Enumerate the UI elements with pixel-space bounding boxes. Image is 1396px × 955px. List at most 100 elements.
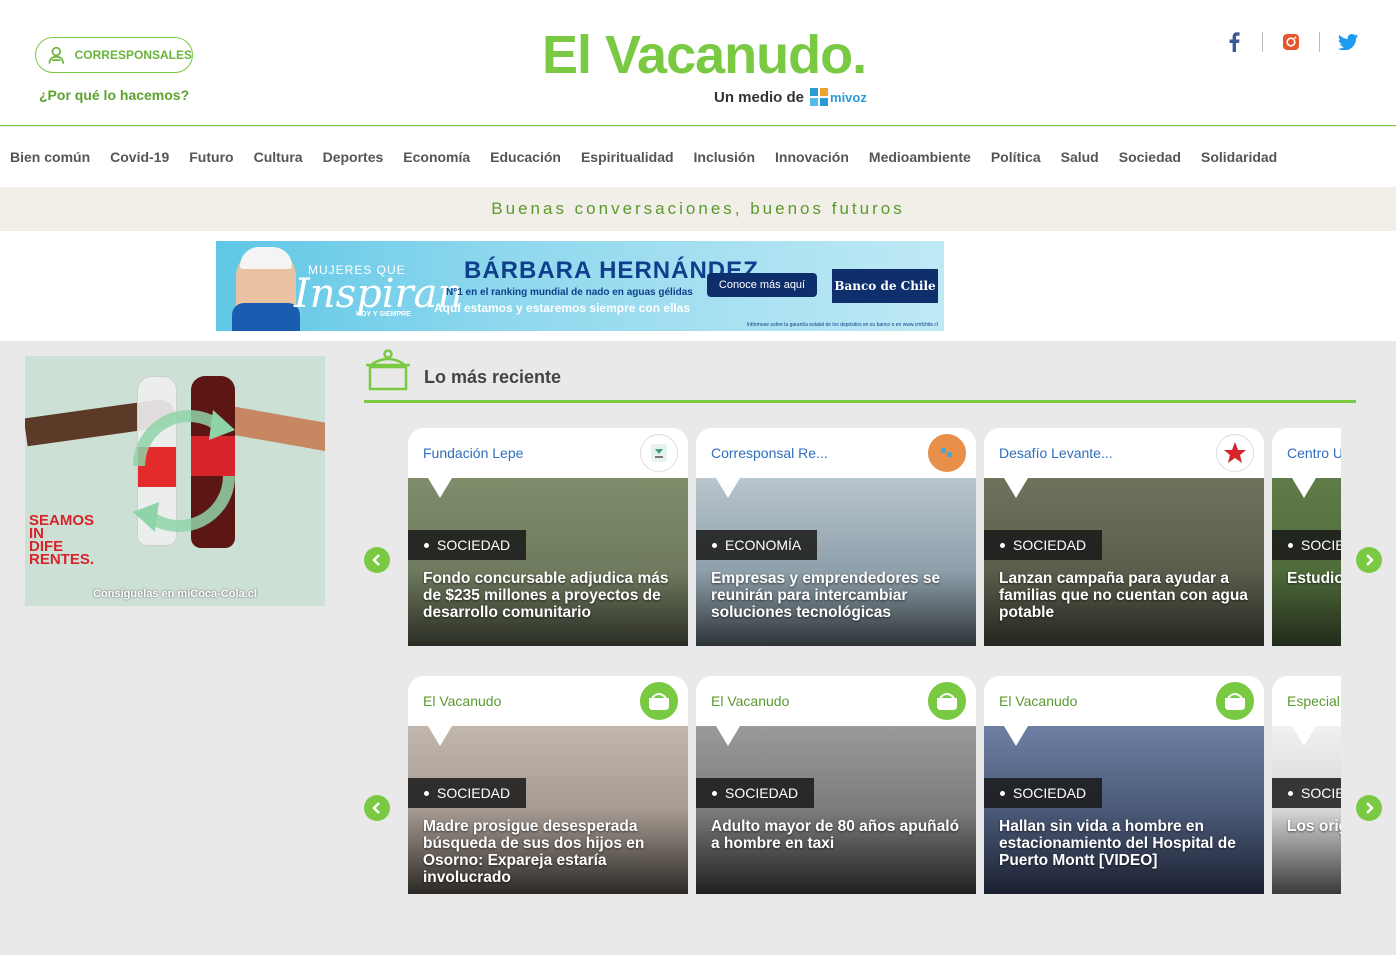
swim-cap-shape	[240, 247, 292, 269]
category-nav: Bien común Covid-19 Futuro Cultura Depor…	[0, 127, 1396, 187]
source-logo-icon	[1216, 434, 1254, 472]
card-source[interactable]: El Vacanudo	[423, 693, 501, 709]
banner-rank: N°1 en el ranking mundial de nado en agu…	[446, 287, 693, 298]
banner-ad[interactable]: MUJERES QUE Inspiran HOY Y SIEMPRE BÁRBA…	[216, 241, 944, 331]
news-card[interactable]: Especial SOCIE Los orig	[1272, 676, 1341, 894]
news-card[interactable]: El Vacanudo SOCIEDAD Adulto mayor de 80 …	[696, 676, 976, 894]
next-arrow-row2[interactable]	[1356, 795, 1382, 821]
nav-item-solidaridad[interactable]: Solidaridad	[1201, 149, 1277, 165]
card-source[interactable]: El Vacanudo	[711, 693, 789, 709]
category-badge[interactable]: SOCIEDAD	[408, 530, 527, 560]
section-divider	[364, 400, 1356, 403]
card-source[interactable]: Desafío Levante...	[999, 445, 1113, 461]
mivoz-logo[interactable]: mivoz	[810, 88, 867, 106]
vacanudo-pot-icon	[928, 682, 966, 720]
category-badge[interactable]: SOCIE	[1272, 530, 1341, 560]
chevron-right-icon	[1366, 802, 1374, 814]
prev-arrow-row1[interactable]	[364, 547, 390, 573]
nav-item-espiritualidad[interactable]: Espiritualidad	[581, 149, 674, 165]
prev-arrow-row2[interactable]	[364, 795, 390, 821]
nav-item-inclusion[interactable]: Inclusión	[694, 149, 755, 165]
instagram-icon[interactable]	[1281, 30, 1301, 54]
news-card[interactable]: El Vacanudo SOCIEDAD Madre prosigue dese…	[408, 676, 688, 894]
logo-subtitle: Un medio de mivoz	[714, 88, 867, 106]
card-notch	[1292, 478, 1316, 498]
nav-item-politica[interactable]: Política	[991, 149, 1041, 165]
corresponsales-button[interactable]: CORRESPONSALES	[35, 37, 193, 73]
social-divider	[1319, 32, 1320, 52]
card-headline[interactable]: Madre prosigue desesperada búsqueda de s…	[423, 818, 673, 886]
nav-item-medioambiente[interactable]: Medioambiente	[869, 149, 971, 165]
nav-item-covid-19[interactable]: Covid-19	[110, 149, 169, 165]
section-title: Lo más reciente	[424, 367, 562, 387]
corresponsales-label: CORRESPONSALES	[74, 48, 192, 62]
card-notch	[716, 726, 740, 746]
why-link[interactable]: ¿Por qué lo hacemos?	[39, 87, 189, 103]
category-badge[interactable]: SOCIEDAD	[984, 530, 1103, 560]
section-header: Lo más reciente	[364, 348, 561, 392]
card-notch	[1292, 726, 1316, 746]
chevron-left-icon	[372, 554, 380, 566]
nav-item-cultura[interactable]: Cultura	[254, 149, 303, 165]
nav-item-salud[interactable]: Salud	[1061, 149, 1099, 165]
news-card[interactable]: Fundación Lepe SOCIEDAD Fondo concursabl…	[408, 428, 688, 646]
news-card[interactable]: Desafío Levante... SOCIEDAD Lanzan campa…	[984, 428, 1264, 646]
news-row-2: El Vacanudo SOCIEDAD Madre prosigue dese…	[408, 676, 1341, 896]
nav-item-educacion[interactable]: Educación	[490, 149, 561, 165]
banner-hoy: HOY Y SIEMPRE	[356, 311, 411, 318]
nav-item-deportes[interactable]: Deportes	[323, 149, 384, 165]
next-arrow-row1[interactable]	[1356, 547, 1382, 573]
card-source[interactable]: Especial	[1287, 693, 1340, 709]
chevron-left-icon	[372, 802, 380, 814]
card-notch	[1004, 478, 1028, 498]
category-badge[interactable]: SOCIEDAD	[984, 778, 1103, 808]
card-image	[1272, 726, 1341, 894]
banner-disclaimer: Infórmese sobre la garantía estatal de l…	[746, 322, 938, 328]
pot-icon	[366, 349, 410, 391]
card-notch	[1004, 726, 1028, 746]
card-headline[interactable]: Empresas y emprendedores se reunirán par…	[711, 570, 961, 621]
side-ad[interactable]: SEAMOS IN DIFE RENTES. Consíguelas en mi…	[25, 356, 325, 606]
nav-item-sociedad[interactable]: Sociedad	[1119, 149, 1181, 165]
banner-cta-button[interactable]: Conoce más aquí	[707, 273, 817, 297]
social-links	[1224, 30, 1358, 54]
swimsuit-shape	[232, 303, 300, 331]
card-source[interactable]: Centro U	[1287, 445, 1341, 461]
news-card[interactable]: Centro U SOCIE Estudio la prote	[1272, 428, 1341, 646]
card-notch	[716, 478, 740, 498]
twitter-icon[interactable]	[1338, 30, 1358, 54]
card-headline[interactable]: Adulto mayor de 80 años apuñaló a hombre…	[711, 818, 961, 852]
site-logo[interactable]: El Vacanudo.	[542, 28, 867, 82]
social-divider	[1262, 32, 1263, 52]
category-badge[interactable]: SOCIE	[1272, 778, 1341, 808]
category-badge[interactable]: ECONOMÍA	[696, 530, 818, 560]
nav-item-economia[interactable]: Economía	[403, 149, 470, 165]
card-headline[interactable]: Estudio la prote	[1287, 570, 1341, 587]
card-image	[1272, 478, 1341, 646]
nav-item-futuro[interactable]: Futuro	[189, 149, 233, 165]
card-headline[interactable]: Los orig	[1287, 818, 1341, 835]
card-headline[interactable]: Lanzan campaña para ayudar a familias qu…	[999, 570, 1249, 621]
nav-item-bien-comun[interactable]: Bien común	[10, 149, 90, 165]
card-source[interactable]: El Vacanudo	[999, 693, 1077, 709]
person-icon	[48, 46, 65, 64]
news-card[interactable]: Corresponsal Re... ECONOMÍA Empresas y e…	[696, 428, 976, 646]
mivoz-blocks-icon	[810, 88, 829, 106]
nav-item-innovacion[interactable]: Innovación	[775, 149, 849, 165]
category-badge[interactable]: SOCIEDAD	[408, 778, 527, 808]
facebook-icon[interactable]	[1224, 30, 1244, 54]
card-source[interactable]: Fundación Lepe	[423, 445, 523, 461]
news-row-1: Fundación Lepe SOCIEDAD Fondo concursabl…	[408, 428, 1341, 648]
tagline: Buenas conversaciones, buenos futuros	[0, 187, 1396, 231]
source-logo-icon	[928, 434, 966, 472]
news-card[interactable]: El Vacanudo SOCIEDAD Hallan sin vida a h…	[984, 676, 1264, 894]
card-source[interactable]: Corresponsal Re...	[711, 445, 828, 461]
ad-caption: Consíguelas en miCoca-Cola.cl	[93, 588, 257, 600]
card-headline[interactable]: Fondo concursable adjudica más de $235 m…	[423, 570, 673, 621]
category-badge[interactable]: SOCIEDAD	[696, 778, 815, 808]
banner-aqui: Aquí estamos y estaremos siempre con ell…	[434, 301, 691, 315]
card-headline[interactable]: Hallan sin vida a hombre en estacionamie…	[999, 818, 1249, 869]
card-notch	[428, 478, 452, 498]
logo-sub-text: Un medio de	[714, 88, 805, 106]
ad-slogan: SEAMOS IN DIFE RENTES.	[29, 512, 95, 568]
